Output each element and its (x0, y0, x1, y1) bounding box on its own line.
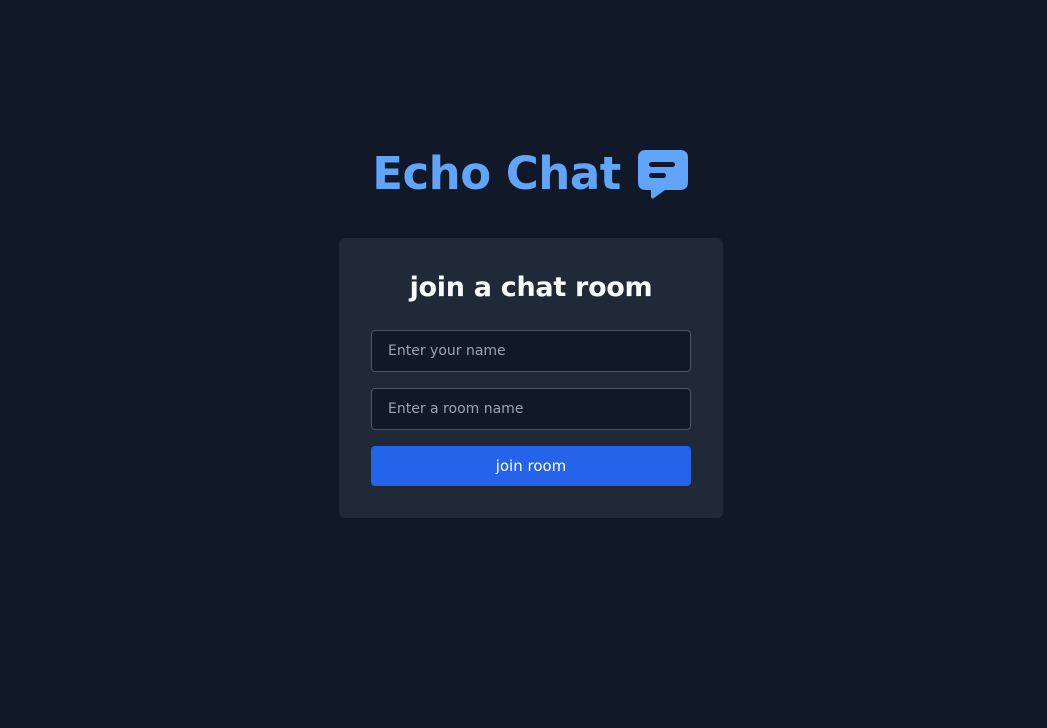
app-title: Echo Chat (372, 147, 621, 200)
page: Echo Chat join a chat room join room (0, 0, 1047, 728)
app-header: Echo Chat (0, 144, 1047, 204)
room-name-input[interactable] (371, 388, 691, 430)
join-room-button[interactable]: join room (371, 446, 691, 486)
chat-bubble-icon (637, 150, 688, 199)
card-heading: join a chat room (409, 272, 653, 303)
name-input[interactable] (371, 330, 691, 372)
join-room-card: join a chat room join room (339, 238, 723, 518)
